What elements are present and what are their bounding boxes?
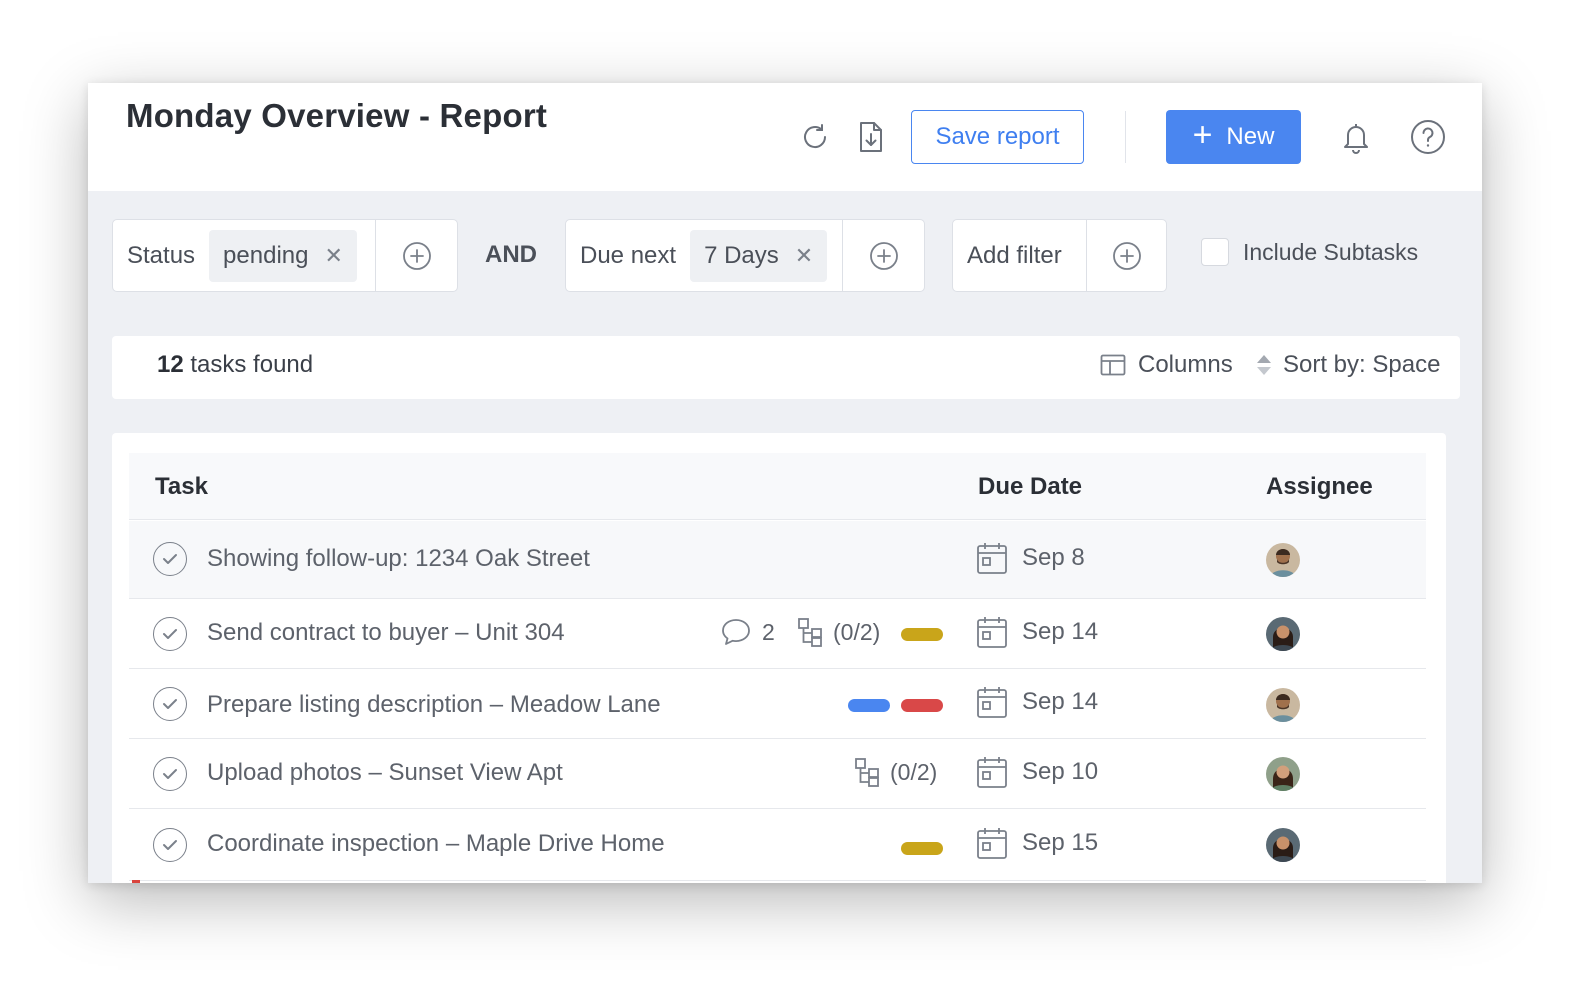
task-count: 12 [157,351,184,378]
subtasks-count-label: (0/2) [833,618,881,645]
assignee-avatar[interactable] [1266,757,1300,791]
include-subtasks-label: Include Subtasks [1243,238,1419,265]
row-priority-marker [132,880,140,883]
columns-label: Columns [1138,351,1233,378]
plus-circle-icon [402,241,431,270]
table-row[interactable]: Upload photos – Sunset View Apt (0/2) Se… [129,739,1426,809]
new-button-label: New [1226,123,1275,150]
columns-icon [1100,354,1126,376]
complete-task-icon[interactable] [153,542,187,576]
calendar-icon [977,828,1007,859]
report-window: Monday Overview - Report Save report + N… [88,83,1482,883]
page-title: Monday Overview - Report [126,97,548,134]
complete-task-icon[interactable] [153,757,187,791]
assignee-avatar[interactable] [1266,688,1300,722]
filter-chip-label: pending [223,241,309,269]
tasks-found-count: 12 tasks found [157,351,313,379]
due-filter-group: Due next 7 Days ✕ [565,219,925,292]
plus-circle-icon [1112,241,1141,270]
complete-task-icon[interactable] [153,617,187,651]
tasks-found-label: tasks found [183,351,314,378]
status-filter-group: Status pending ✕ [112,219,458,292]
header-divider [1125,111,1126,163]
subtasks-icon [798,618,822,647]
task-name[interactable]: Send contract to buyer – Unit 304 [207,619,565,647]
remove-filter-icon[interactable]: ✕ [324,243,342,269]
add-condition-button[interactable] [842,220,924,291]
table-header: Task Due Date Assignee [129,453,1426,520]
add-filter-group: Add filter [952,219,1167,292]
subtasks-icon [855,758,879,787]
file-download-icon[interactable] [853,119,889,155]
task-name[interactable]: Showing follow-up: 1234 Oak Street [207,545,590,573]
help-icon[interactable] [1410,119,1446,155]
add-filter-plus-button[interactable] [1086,220,1166,291]
due-date: Sep 14 [976,615,1098,649]
task-name[interactable]: Upload photos – Sunset View Apt [207,759,563,787]
column-header-task[interactable]: Task [155,473,208,501]
filter-chip-7-days[interactable]: 7 Days ✕ [690,229,828,282]
comment-icon [722,619,750,645]
sort-button[interactable]: Sort by: Space [1255,351,1440,379]
column-header-assignee[interactable]: Assignee [1266,473,1373,501]
table-row[interactable]: Prepare listing description – Meadow Lan… [129,669,1426,739]
complete-task-icon[interactable] [153,828,187,862]
due-date: Sep 15 [976,826,1098,860]
due-date-label: Sep 8 [1022,544,1085,571]
column-header-due-date[interactable]: Due Date [978,473,1082,501]
tag-yellow[interactable] [901,628,943,641]
assignee-avatar[interactable] [1266,828,1300,862]
subtasks-count-label: (0/2) [890,758,938,785]
due-date-label: Sep 15 [1022,829,1099,856]
refresh-icon[interactable] [797,119,833,155]
calendar-icon [977,617,1007,648]
due-date-label: Sep 14 [1022,688,1099,715]
task-name[interactable]: Prepare listing description – Meadow Lan… [207,691,661,719]
calendar-icon [977,687,1007,718]
plus-icon: + [1192,116,1213,154]
include-subtasks-toggle[interactable]: Include Subtasks [1201,238,1418,266]
new-button[interactable]: + New [1166,110,1301,164]
calendar-icon [977,543,1007,574]
include-subtasks-checkbox[interactable] [1201,238,1229,266]
bell-icon[interactable] [1338,119,1374,155]
save-report-button[interactable]: Save report [911,110,1084,164]
due-date: Sep 10 [976,755,1098,789]
complete-task-icon[interactable] [153,687,187,721]
subtasks-count[interactable]: (0/2) [854,757,937,787]
add-filter-label: Add filter [967,241,1062,269]
plus-circle-icon [869,241,898,270]
due-date-label: Sep 10 [1022,758,1099,785]
remove-filter-icon[interactable]: ✕ [795,243,813,269]
filter-chip-label: 7 Days [704,241,779,269]
results-summary-bar: 12 tasks found Columns Sort by: Space [112,336,1460,399]
columns-button[interactable]: Columns [1100,351,1233,379]
table-row[interactable]: Showing follow-up: 1234 Oak Street Sep 8 [129,521,1426,599]
tag-blue[interactable] [848,699,890,712]
calendar-icon [977,757,1007,788]
due-date-label: Sep 14 [1022,618,1099,645]
sort-label: Sort by: Space [1283,351,1441,378]
filter-chip-pending[interactable]: pending ✕ [209,229,357,282]
filter-connector[interactable]: AND [485,241,537,269]
filter-field-label: Status [127,241,196,269]
due-date: Sep 8 [976,541,1085,575]
report-header: Monday Overview - Report Save report + N… [88,83,1482,191]
tag-yellow[interactable] [901,842,943,855]
comments-count-label: 2 [762,618,775,645]
assignee-avatar[interactable] [1266,543,1300,577]
table-row[interactable]: Coordinate inspection – Maple Drive Home… [129,809,1426,881]
due-date: Sep 14 [976,685,1098,719]
sort-icon [1257,355,1271,375]
table-row[interactable]: Send contract to buyer – Unit 304 2 (0/2… [129,599,1426,669]
task-name[interactable]: Coordinate inspection – Maple Drive Home [207,830,665,858]
add-condition-button[interactable] [375,220,457,291]
tag-red[interactable] [901,699,943,712]
subtasks-count[interactable]: (0/2) [797,617,880,647]
comments-count[interactable]: 2 [720,617,775,647]
assignee-avatar[interactable] [1266,617,1300,651]
filter-field-label: Due next [580,241,677,269]
add-filter-button[interactable]: Add filter [953,220,1086,291]
tasks-table: Task Due Date Assignee Showing follow-up… [112,433,1446,883]
